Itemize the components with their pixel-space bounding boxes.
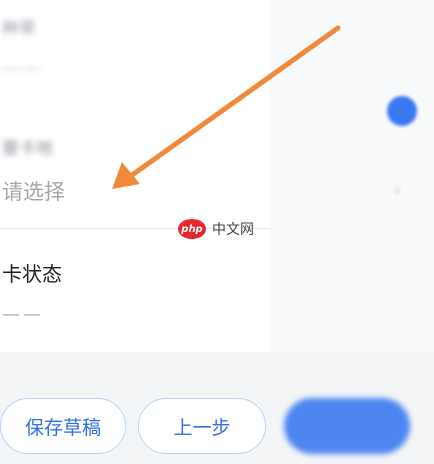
- field-top-value: ——: [2, 58, 42, 79]
- field-status-label: 卡状态: [2, 262, 62, 286]
- previous-step-button[interactable]: 上一步: [138, 398, 266, 454]
- watermark-logo: php: [178, 219, 206, 239]
- field-status-value: ——: [2, 304, 44, 325]
- field-place-label: 要卡地: [2, 139, 53, 159]
- next-step-button[interactable]: [284, 398, 410, 454]
- watermark: php 中文网: [178, 219, 254, 239]
- watermark-text: 中文网: [212, 222, 254, 238]
- divider: [0, 228, 300, 229]
- right-column: [270, 0, 434, 352]
- field-top-label: 种草: [2, 19, 36, 39]
- place-select[interactable]: 请选择: [2, 176, 65, 206]
- chevron-right-icon[interactable]: ›: [394, 180, 401, 201]
- blue-dot-icon[interactable]: [387, 96, 417, 126]
- save-draft-button[interactable]: 保存草稿: [0, 398, 126, 454]
- form-card: 种草 —— 要卡地 请选择 卡状态 ——: [0, 0, 300, 352]
